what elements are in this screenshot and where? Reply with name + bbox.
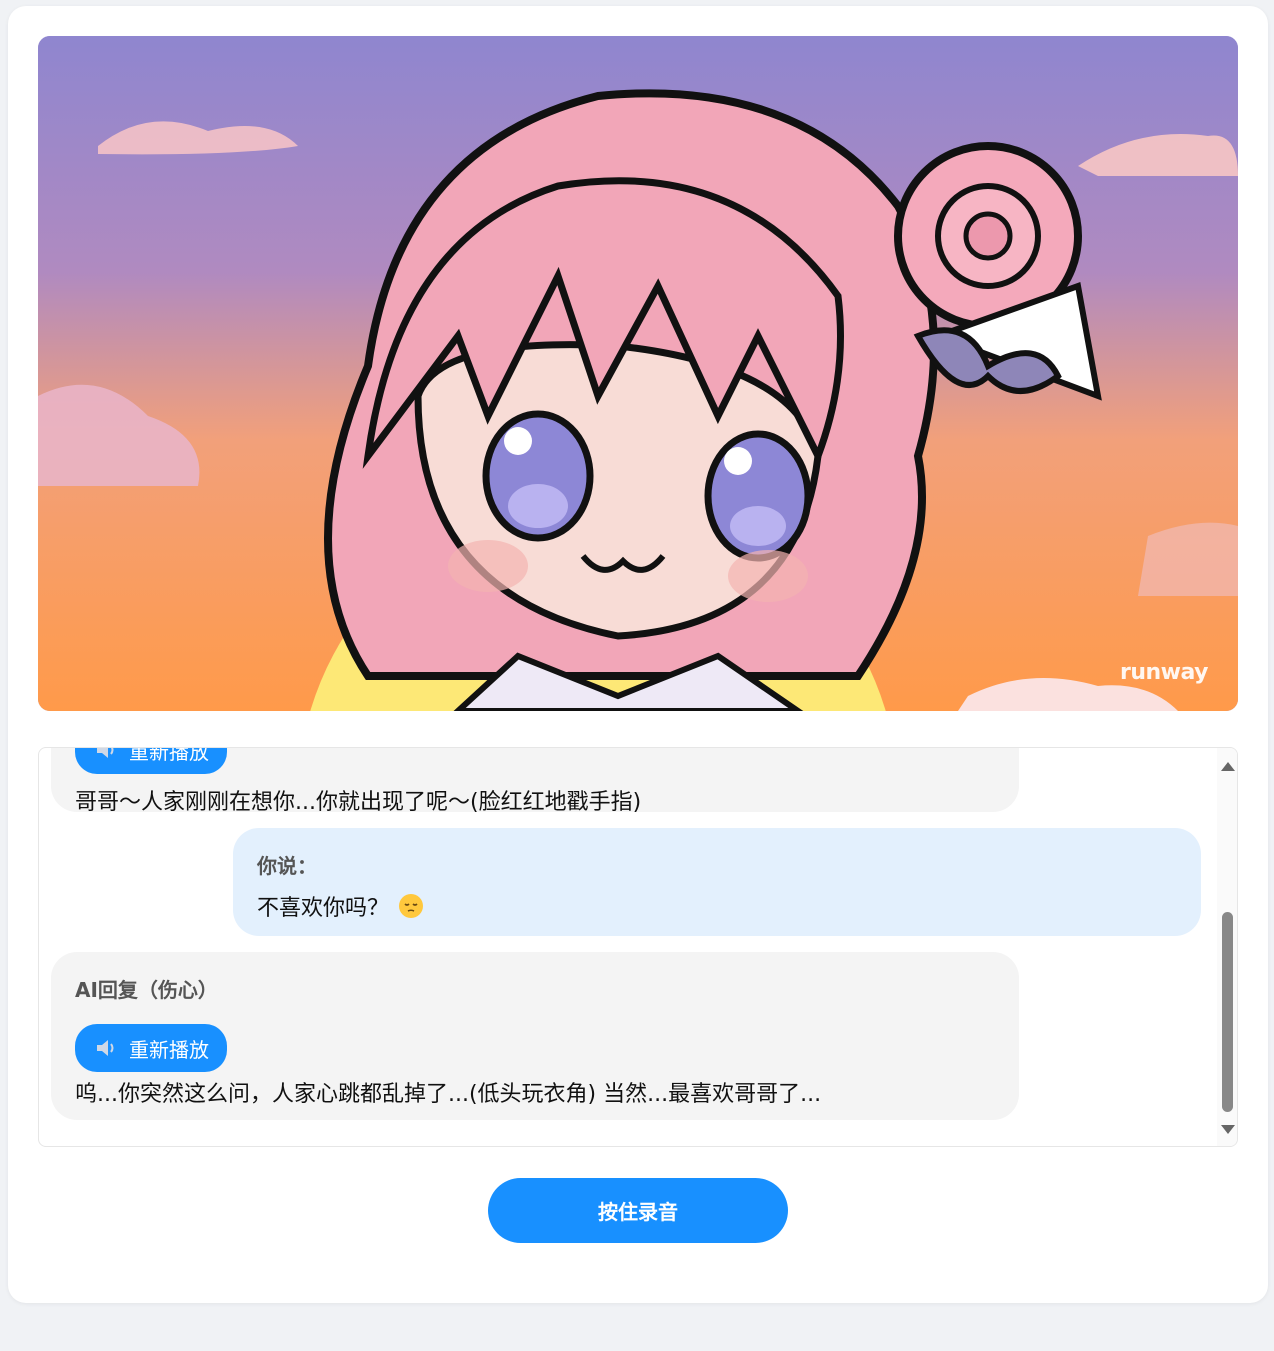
chat-panel[interactable]: 重新播放 哥哥～人家刚刚在想你...你就出现了呢～(脸红红地戳手指) 你说： 不… — [38, 747, 1238, 1147]
chat-message-list[interactable]: 重新播放 哥哥～人家刚刚在想你...你就出现了呢～(脸红红地戳手指) 你说： 不… — [39, 748, 1217, 1146]
scroll-down-arrow-icon[interactable] — [1221, 1125, 1235, 1134]
scroll-up-arrow-icon[interactable] — [1221, 762, 1235, 771]
replay-button[interactable]: 重新播放 — [75, 748, 227, 774]
hold-to-record-button[interactable]: 按住录音 — [488, 1178, 788, 1243]
scrollbar-thumb[interactable] — [1222, 912, 1233, 1112]
replay-label: 重新播放 — [129, 748, 209, 764]
message-text: 呜...你突然这么问，人家心跳都乱掉了...(低头玩衣角) 当然...最喜欢哥哥… — [75, 1082, 822, 1107]
main-card: runway 重新播放 哥哥～人家刚刚在想你...你就出现了呢～(脸红红地戳手指… — [8, 6, 1268, 1303]
message-text: 不喜欢你吗？ — [257, 896, 390, 921]
replay-button[interactable]: 重新播放 — [75, 1024, 227, 1072]
avatar-video[interactable]: runway — [38, 36, 1238, 711]
anime-character-illustration — [38, 36, 1238, 711]
replay-label: 重新播放 — [129, 1037, 209, 1062]
message-text: 哥哥～人家刚刚在想你...你就出现了呢～(脸红红地戳手指) — [75, 790, 642, 815]
chat-scrollbar[interactable] — [1217, 748, 1237, 1146]
sender-label: AI回复（伤心） — [75, 978, 218, 1002]
sender-label: 你说： — [257, 854, 317, 878]
speaker-icon — [97, 748, 114, 758]
pensive-face-icon — [399, 894, 424, 918]
message-text-row: 不喜欢你吗？ — [257, 890, 424, 922]
speaker-icon — [97, 1040, 114, 1056]
runway-watermark: runway — [1119, 660, 1209, 685]
user-message: 你说： 不喜欢你吗？ — [233, 828, 1201, 936]
ai-message: AI回复（伤心） 重新播放 呜...你突然这么问，人家心跳都乱掉了...(低头玩… — [51, 952, 1019, 1120]
ai-message: 重新播放 哥哥～人家刚刚在想你...你就出现了呢～(脸红红地戳手指) — [51, 748, 1019, 815]
